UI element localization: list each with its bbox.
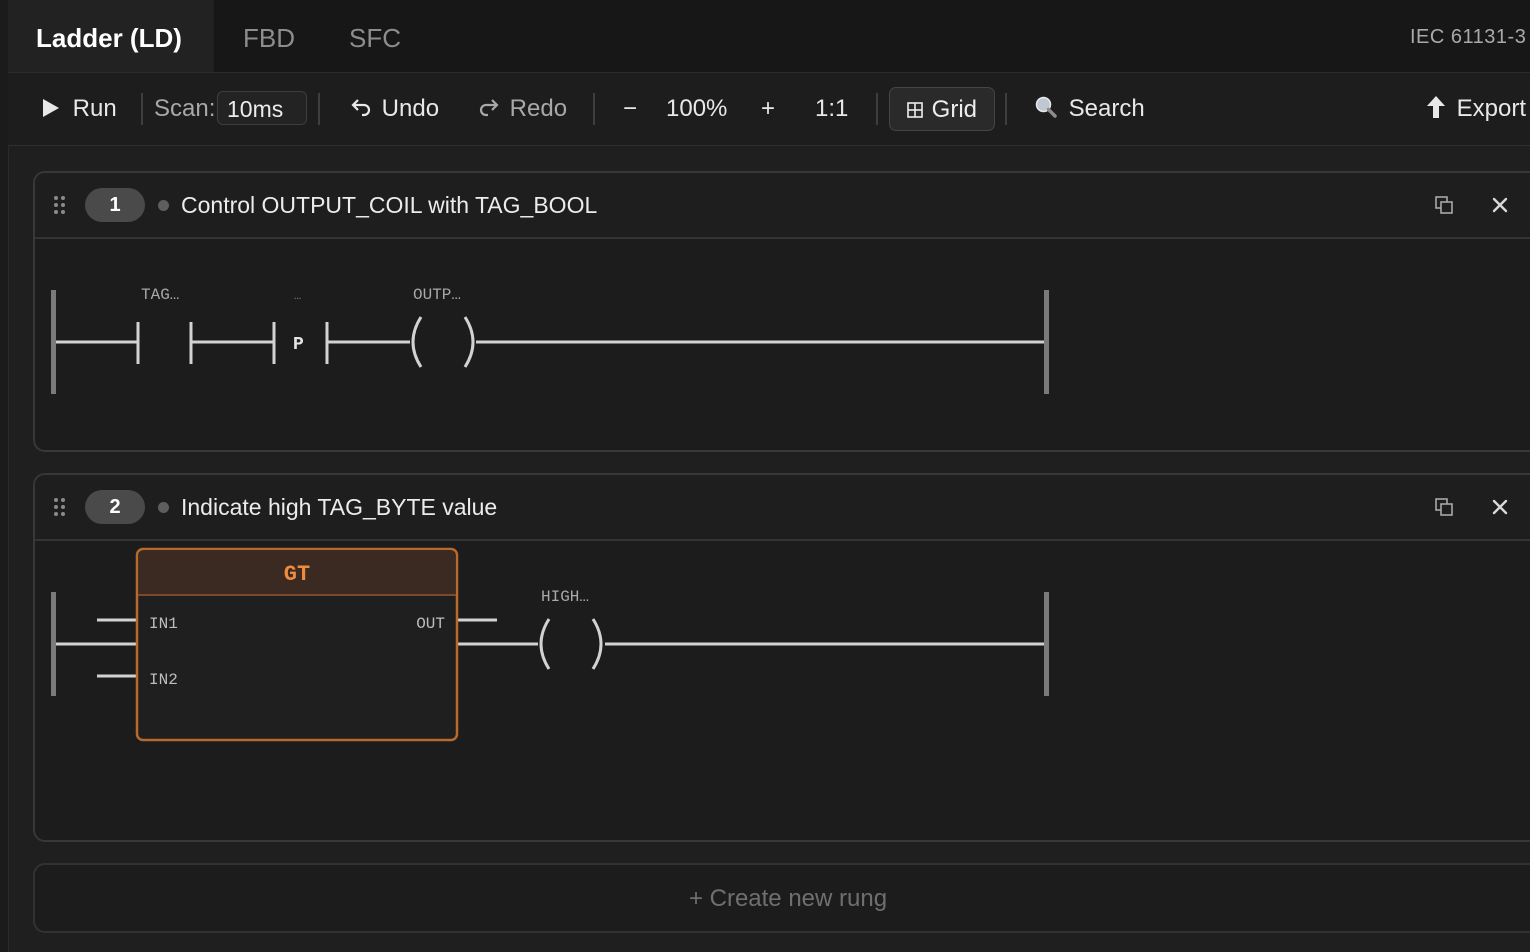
tab-ladder[interactable]: Ladder (LD) <box>8 0 214 72</box>
left-power-rail <box>51 290 56 394</box>
block-input-in2: IN2 <box>149 671 178 689</box>
standard-label: IEC 61131-3 <box>1410 26 1527 48</box>
undo-label: Undo <box>381 95 440 122</box>
run-button[interactable]: Run <box>42 73 117 145</box>
duplicate-icon[interactable] <box>1432 495 1456 519</box>
zoom-level: 100% <box>666 95 728 122</box>
search-label: Search <box>1068 95 1145 122</box>
zoom-in-button[interactable]: + <box>759 73 777 145</box>
undo-icon <box>351 99 371 117</box>
ladder-diagram-rung-1: TAG… P … OUTP… <box>51 286 1049 394</box>
rung-1[interactable]: 1 Control OUTPUT_COIL with TAG_BOOL TAG…… <box>33 171 1530 452</box>
duplicate-icon[interactable] <box>1432 193 1456 217</box>
toolbar-separator <box>141 93 143 125</box>
redo-icon <box>479 99 499 117</box>
toolbar-separator <box>1005 93 1007 125</box>
close-icon[interactable] <box>1488 495 1512 519</box>
grid-label: Grid <box>931 96 978 123</box>
redo-button[interactable]: Redo <box>478 73 567 145</box>
rung-2[interactable]: 2 Indicate high TAG_BYTE value GT IN1 IN… <box>33 473 1530 842</box>
ladder-diagram-rung-2: GT IN1 IN2 OUT HIGH… <box>51 547 1049 742</box>
toolbar-separator <box>318 93 320 125</box>
contact-2-type: P <box>293 335 304 355</box>
export-label: Export <box>1456 95 1527 122</box>
toolbar: Run Scan: 10ms Undo Redo − 100% + 1:1 Gr… <box>8 73 1530 146</box>
rung-number-badge: 1 <box>85 188 145 222</box>
rung-status-dot <box>158 200 169 211</box>
close-icon[interactable] <box>1488 193 1512 217</box>
coil-label: HIGH… <box>541 588 589 606</box>
drag-handle-icon[interactable] <box>53 497 67 517</box>
output-coil[interactable] <box>411 316 475 368</box>
zoom-reset-button[interactable]: 1:1 <box>815 73 848 145</box>
toolbar-separator <box>593 93 595 125</box>
search-button[interactable]: Search <box>1034 73 1145 145</box>
play-icon <box>43 99 59 117</box>
contact-1-label: TAG… <box>141 286 179 304</box>
rung-title[interactable]: Indicate high TAG_BYTE value <box>181 475 497 539</box>
scan-interval-input[interactable]: 10ms <box>217 91 307 125</box>
rung-header: 1 Control OUTPUT_COIL with TAG_BOOL <box>35 173 1530 239</box>
output-coil[interactable] <box>539 618 603 670</box>
export-arrow-icon <box>1427 96 1445 118</box>
grid-toggle-button[interactable]: Grid <box>889 87 995 131</box>
export-button[interactable]: Export <box>1426 73 1526 145</box>
block-output-out: OUT <box>416 615 445 633</box>
right-power-rail <box>1044 592 1049 696</box>
block-name: GT <box>284 562 310 587</box>
left-power-rail <box>51 592 56 696</box>
contact-no-1[interactable] <box>136 322 193 364</box>
rung-header: 2 Indicate high TAG_BYTE value <box>35 475 1530 541</box>
editor-tabbar: Ladder (LD) FBD SFC IEC 61131-3 <box>8 0 1530 73</box>
grid-icon <box>907 102 923 118</box>
contact-2-label: … <box>294 289 301 303</box>
redo-label: Redo <box>509 95 568 122</box>
toolbar-separator <box>876 93 878 125</box>
coil-label: OUTP… <box>413 286 461 304</box>
rung-title[interactable]: Control OUTPUT_COIL with TAG_BOOL <box>181 173 597 237</box>
scan-label: Scan: <box>154 95 216 122</box>
block-input-in1: IN1 <box>149 615 178 633</box>
rung-status-dot <box>158 502 169 513</box>
rung-number-badge: 2 <box>85 490 145 524</box>
right-power-rail <box>1044 290 1049 394</box>
create-new-rung-button[interactable]: + Create new rung <box>33 863 1530 933</box>
tab-fbd[interactable]: FBD <box>243 0 295 72</box>
undo-button[interactable]: Undo <box>350 73 439 145</box>
search-icon <box>1035 96 1057 118</box>
tab-sfc[interactable]: SFC <box>349 0 401 72</box>
run-label: Run <box>72 95 117 122</box>
drag-handle-icon[interactable] <box>53 195 67 215</box>
zoom-out-button[interactable]: − <box>622 73 638 145</box>
